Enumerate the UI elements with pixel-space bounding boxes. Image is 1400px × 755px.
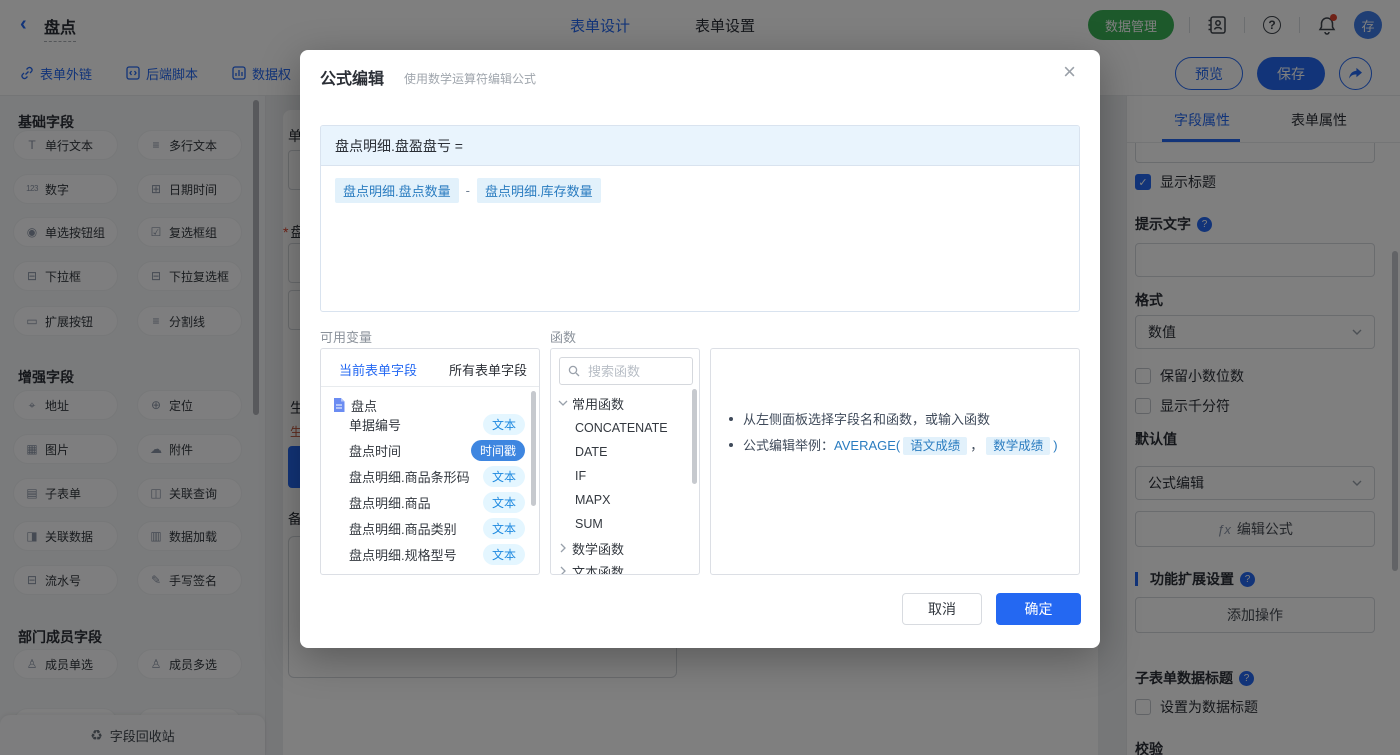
type-badge: 文本 <box>482 517 525 539</box>
type-badge: 文本 <box>482 491 525 513</box>
example-field-tag: 语文成绩 <box>903 437 968 455</box>
variable-name: 盘点明细.商品条形码 <box>349 469 470 485</box>
function-name: SUM <box>575 517 603 531</box>
function-group-common[interactable]: 常用函数 <box>551 391 699 415</box>
formula-target: 盘点明细.盘盈盘亏 = <box>321 126 1079 166</box>
example-function: ) <box>1053 438 1058 453</box>
type-badge: 文本 <box>482 543 525 565</box>
chevron-right-icon <box>560 543 566 553</box>
tip-text: 从左侧面板选择字段名和函数，或输入函数 <box>743 412 991 427</box>
chevron-right-icon <box>560 566 566 574</box>
variables-tabs: 当前表单字段 所有表单字段 <box>321 349 539 387</box>
function-search[interactable] <box>559 357 693 385</box>
chevron-down-icon <box>558 400 568 406</box>
function-name: CONCATENATE <box>575 421 668 435</box>
variables-panel-label: 可用变量 <box>320 330 373 345</box>
function-name: DATE <box>575 445 608 459</box>
group-label: 常用函数 <box>572 396 625 412</box>
functions-panel-label: 函数 <box>550 330 577 345</box>
functions-panel: 常用函数 CONCATENATE DATE IF MAPX SUM 数学函数 文… <box>550 348 700 575</box>
type-badge: 文本 <box>482 465 525 487</box>
formula-tips-panel: 从左侧面板选择字段名和函数，或输入函数 公式编辑举例：AVERAGE(语文成绩，… <box>710 348 1080 575</box>
variable-name: 盘点明细.规格型号 <box>349 547 457 563</box>
form-doc-icon <box>333 398 345 412</box>
variable-row[interactable]: 盘点明细.商品条形码 文本 <box>321 464 539 488</box>
formula-field-tag[interactable]: 盘点明细.盘点数量 <box>335 178 459 203</box>
tip-text: 公式编辑举例： <box>743 438 835 453</box>
function-item[interactable]: CONCATENATE <box>551 416 699 440</box>
formula-expression[interactable]: 盘点明细.盘点数量 - 盘点明细.库存数量 <box>321 166 1079 215</box>
tip-text: ， <box>970 438 984 453</box>
variables-scrollbar[interactable] <box>531 391 536 506</box>
variable-name: 单据编号 <box>349 417 402 433</box>
formula-field-tag[interactable]: 盘点明细.库存数量 <box>476 178 601 203</box>
variable-name: 盘点明细.商品类别 <box>349 521 457 537</box>
formula-operator: - <box>465 183 470 198</box>
type-badge: 时间戳 <box>470 439 525 461</box>
tab-current-form-fields[interactable]: 当前表单字段 <box>339 360 417 379</box>
close-icon[interactable]: × <box>1063 61 1076 83</box>
group-label: 数学函数 <box>572 541 625 557</box>
function-item[interactable]: MAPX <box>551 488 699 512</box>
tip-line-1: 从左侧面板选择字段名和函数，或输入函数 <box>729 409 990 428</box>
formula-editor: 盘点明细.盘盈盘亏 = 盘点明细.盘点数量 - 盘点明细.库存数量 <box>320 125 1080 312</box>
variable-row[interactable]: 盘点时间 时间戳 <box>321 438 539 462</box>
example-field-tag: 数学成绩 <box>986 437 1051 455</box>
cancel-button[interactable]: 取消 <box>902 593 982 625</box>
variable-row[interactable]: 盘点明细.商品 文本 <box>321 490 539 514</box>
variable-name: 盘点明细.商品 <box>349 495 431 511</box>
example-function: AVERAGE( <box>834 438 901 453</box>
function-name: IF <box>575 469 587 483</box>
modal-title: 公式编辑 <box>320 71 385 88</box>
formula-edit-modal: 公式编辑 使用数学运算符编辑公式 × 盘点明细.盘盈盘亏 = 盘点明细.盘点数量… <box>300 50 1100 648</box>
variable-row[interactable]: 盘点明细.规格型号 文本 <box>321 542 539 566</box>
variables-panel: 当前表单字段 所有表单字段 盘点 单据编号 文本 盘点时间 时间戳 盘点明细.商… <box>320 348 540 575</box>
tip-line-2: 公式编辑举例：AVERAGE(语文成绩，数学成绩) <box>729 435 1058 455</box>
function-item[interactable]: IF <box>551 464 699 488</box>
type-badge: 文本 <box>482 413 525 435</box>
variable-name: 盘点时间 <box>349 443 402 459</box>
functions-scrollbar[interactable] <box>692 389 697 484</box>
variable-row[interactable]: 单据编号 文本 <box>321 412 539 436</box>
function-item[interactable]: SUM <box>551 512 699 536</box>
variable-row[interactable]: 盘点明细.商品类别 文本 <box>321 516 539 540</box>
function-group-text[interactable]: 文本函数 <box>551 559 699 575</box>
function-group-math[interactable]: 数学函数 <box>551 536 699 560</box>
function-name: MAPX <box>575 493 611 507</box>
group-label: 文本函数 <box>572 564 625 575</box>
function-search-input[interactable] <box>586 362 676 380</box>
tab-all-form-fields[interactable]: 所有表单字段 <box>449 360 527 379</box>
function-item[interactable]: DATE <box>551 440 699 464</box>
tip-example: 公式编辑举例：AVERAGE(语文成绩，数学成绩) <box>743 435 1058 455</box>
search-icon <box>568 365 580 377</box>
confirm-button[interactable]: 确定 <box>996 593 1081 625</box>
bullet-icon <box>729 442 733 447</box>
bullet-icon <box>729 416 733 421</box>
modal-subtitle: 使用数学运算符编辑公式 <box>404 72 537 86</box>
